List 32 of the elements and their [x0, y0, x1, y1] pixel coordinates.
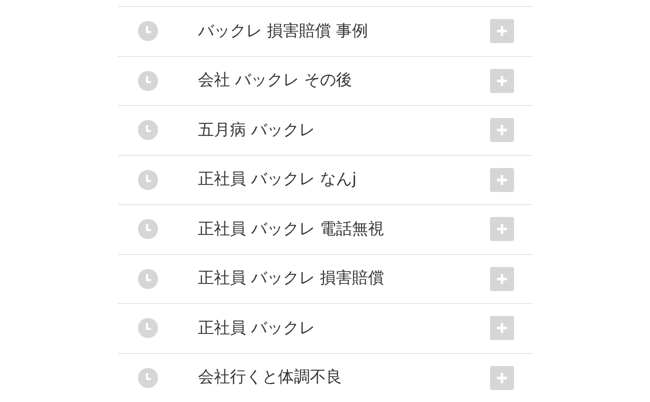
search-history-text[interactable]: 正社員 バックレ [198, 318, 490, 339]
search-history-text[interactable]: 正社員 バックレ なんj [198, 169, 490, 190]
search-history-text[interactable]: 会社 バックレ その後 [198, 70, 490, 92]
clock-icon [138, 70, 158, 91]
plus-icon [496, 124, 508, 136]
add-button[interactable] [490, 366, 514, 390]
search-history-text[interactable]: バックレ 損害賠償 事例 [198, 20, 490, 42]
plus-icon [496, 25, 508, 38]
clock-icon [138, 368, 158, 388]
plus-icon [496, 322, 508, 334]
add-button[interactable] [490, 19, 514, 44]
plus-icon [496, 74, 508, 87]
clock-icon [138, 318, 158, 338]
add-button[interactable] [490, 118, 514, 142]
clock-icon [138, 21, 158, 42]
add-button[interactable] [490, 68, 514, 93]
clock-icon [138, 120, 158, 140]
search-history-text[interactable]: 五月病 バックレ [198, 120, 490, 141]
clock-icon [138, 219, 158, 240]
add-button[interactable] [490, 217, 514, 242]
search-history-text[interactable]: 会社行くと体調不良 [198, 367, 490, 388]
add-button[interactable] [490, 316, 514, 340]
plus-icon [496, 174, 508, 186]
search-history-text[interactable]: 正社員 バックレ 電話無視 [198, 218, 490, 240]
add-button[interactable] [490, 168, 514, 192]
clock-icon [138, 268, 158, 289]
search-history-text[interactable]: 正社員 バックレ 損害賠償 [198, 268, 490, 290]
plus-icon [496, 372, 508, 384]
clock-icon [138, 170, 158, 190]
add-button[interactable] [490, 266, 514, 291]
plus-icon [496, 272, 508, 285]
plus-icon [496, 223, 508, 236]
